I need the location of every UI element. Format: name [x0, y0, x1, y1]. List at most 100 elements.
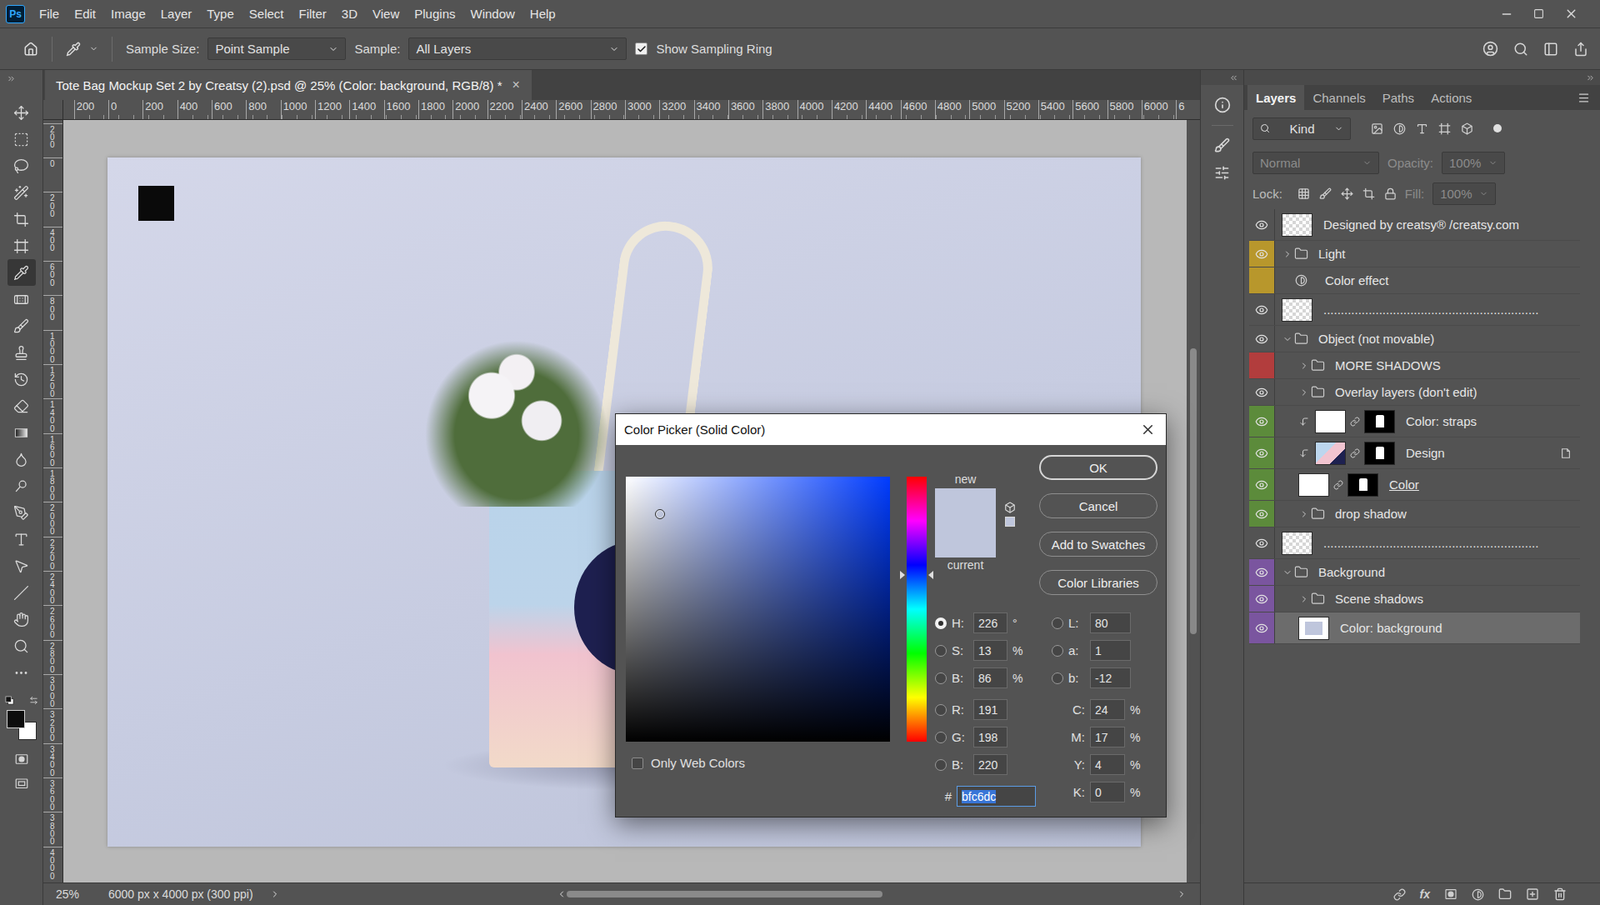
color-field[interactable]: [625, 476, 890, 742]
tool-button[interactable]: [7, 312, 36, 340]
visibility-toggle[interactable]: [1249, 240, 1275, 267]
panel-tab[interactable]: Paths: [1374, 85, 1423, 110]
menu-item[interactable]: Window: [462, 3, 522, 25]
adjustment-filter-icon[interactable]: [1393, 122, 1406, 135]
tab-close[interactable]: ×: [511, 77, 520, 93]
chevron-right-icon[interactable]: [270, 889, 280, 900]
visibility-toggle[interactable]: [1249, 325, 1275, 352]
quick-mask-icon[interactable]: [14, 751, 30, 767]
account-icon[interactable]: [1482, 40, 1499, 57]
visibility-toggle[interactable]: [1249, 559, 1275, 585]
panel-tab[interactable]: Layers: [1247, 85, 1305, 110]
expand-toggle[interactable]: [1298, 594, 1310, 605]
layer-row[interactable]: Background: [1249, 559, 1580, 586]
delete-layer-icon[interactable]: [1553, 887, 1567, 901]
channel-radio[interactable]: [935, 704, 947, 716]
panel-tab[interactable]: Channels: [1304, 85, 1374, 110]
dialog-button[interactable]: Add to Swatches: [1039, 531, 1158, 557]
tool-button[interactable]: [7, 525, 36, 553]
layer-row[interactable]: Object (not movable): [1249, 325, 1580, 353]
info-icon[interactable]: [1214, 96, 1231, 114]
layer-row[interactable]: Color: [1249, 469, 1580, 501]
tool-button[interactable]: [7, 579, 36, 606]
expand-toggle[interactable]: [1281, 249, 1294, 260]
visibility-toggle[interactable]: [1249, 469, 1275, 500]
visibility-toggle[interactable]: [1249, 352, 1275, 379]
channel-radio[interactable]: [935, 617, 947, 630]
dialog-button[interactable]: Color Libraries: [1039, 570, 1158, 595]
color-value-input[interactable]: 80: [1090, 612, 1131, 634]
pixel-filter-icon[interactable]: [1370, 122, 1384, 135]
layer-row[interactable]: MORE SHADOWS: [1249, 352, 1580, 380]
channel-radio[interactable]: [935, 759, 947, 771]
tool-button[interactable]: [7, 365, 36, 393]
layer-row[interactable]: drop shadow: [1249, 500, 1580, 528]
visibility-toggle[interactable]: [1249, 209, 1275, 240]
tool-button[interactable]: [7, 445, 36, 473]
new-group-icon[interactable]: [1498, 887, 1512, 901]
menu-item[interactable]: Layer: [153, 3, 200, 25]
color-value-input[interactable]: 0: [1090, 781, 1125, 803]
current-color[interactable]: [935, 522, 996, 558]
visibility-toggle[interactable]: [1249, 405, 1275, 437]
sample-select[interactable]: All Layers: [408, 37, 627, 60]
brush-settings-icon[interactable]: [1214, 137, 1230, 154]
opacity-input[interactable]: 100%: [1441, 151, 1505, 175]
tool-button[interactable]: [7, 205, 36, 233]
layer-style-button[interactable]: fx: [1420, 887, 1430, 901]
color-value-input[interactable]: 220: [973, 754, 1008, 775]
foreground-color[interactable]: [6, 710, 25, 729]
layer-row[interactable]: Designed by creatsy® /creatsy.com: [1249, 209, 1580, 241]
expand-toggle[interactable]: [1281, 567, 1294, 578]
tool-button[interactable]: [7, 125, 36, 153]
panel-tab[interactable]: Actions: [1422, 85, 1480, 110]
color-value-input[interactable]: 191: [973, 699, 1008, 720]
sample-size-select[interactable]: Point Sample: [207, 37, 346, 60]
fill-input[interactable]: 100%: [1432, 182, 1496, 205]
channel-radio[interactable]: [935, 731, 947, 744]
channel-radio[interactable]: [1051, 645, 1064, 657]
workspace-icon[interactable]: [1543, 41, 1559, 57]
tool-button[interactable]: [7, 99, 36, 126]
visibility-toggle[interactable]: [1249, 500, 1275, 527]
layer-row[interactable]: Design: [1249, 437, 1580, 470]
visibility-toggle[interactable]: [1249, 437, 1275, 469]
lock-all-icon[interactable]: [1384, 187, 1397, 200]
lock-transparency-icon[interactable]: [1297, 187, 1310, 200]
visibility-toggle[interactable]: [1249, 527, 1275, 559]
dialog-button[interactable]: Cancel: [1039, 493, 1158, 519]
dialog-button[interactable]: OK: [1039, 455, 1158, 480]
layer-row[interactable]: ........................................…: [1249, 294, 1580, 326]
layer-row[interactable]: Color effect: [1249, 267, 1580, 295]
shape-filter-icon[interactable]: [1438, 122, 1451, 135]
layer-row[interactable]: Color: straps: [1249, 405, 1580, 438]
menu-item[interactable]: Help: [522, 3, 564, 25]
web-safe-swatch[interactable]: [1005, 516, 1015, 527]
tool-button[interactable]: [7, 152, 36, 180]
swap-colors-icon[interactable]: [29, 695, 39, 705]
color-value-input[interactable]: 226: [973, 612, 1008, 634]
expand-toggle[interactable]: [1298, 360, 1310, 371]
link-layers-icon[interactable]: [1393, 888, 1406, 901]
menu-item[interactable]: Filter: [291, 3, 335, 25]
eyedropper-preset-icon[interactable]: [65, 41, 81, 57]
expand-toggle[interactable]: [1281, 334, 1294, 345]
tool-button[interactable]: [7, 659, 36, 686]
default-colors-icon[interactable]: [5, 695, 15, 705]
layer-row[interactable]: Overlay layers (don't edit): [1249, 379, 1580, 406]
tool-button[interactable]: [7, 552, 36, 580]
color-value-input[interactable]: 198: [973, 726, 1008, 748]
hex-input[interactable]: bfc6dc: [956, 785, 1036, 807]
lock-pixels-icon[interactable]: [1319, 187, 1332, 200]
visibility-toggle[interactable]: [1249, 585, 1275, 612]
adjustments-icon[interactable]: [1214, 165, 1230, 181]
minimize-icon[interactable]: [1500, 7, 1514, 21]
color-value-input[interactable]: 17: [1090, 726, 1125, 748]
menu-item[interactable]: Type: [199, 3, 242, 25]
color-value-input[interactable]: 4: [1090, 754, 1125, 775]
close-icon[interactable]: [1140, 421, 1156, 438]
hue-slider[interactable]: [900, 476, 934, 742]
layer-row[interactable]: Light: [1249, 240, 1580, 268]
expand-toggle[interactable]: [1298, 387, 1310, 398]
search-icon[interactable]: [1513, 41, 1529, 57]
